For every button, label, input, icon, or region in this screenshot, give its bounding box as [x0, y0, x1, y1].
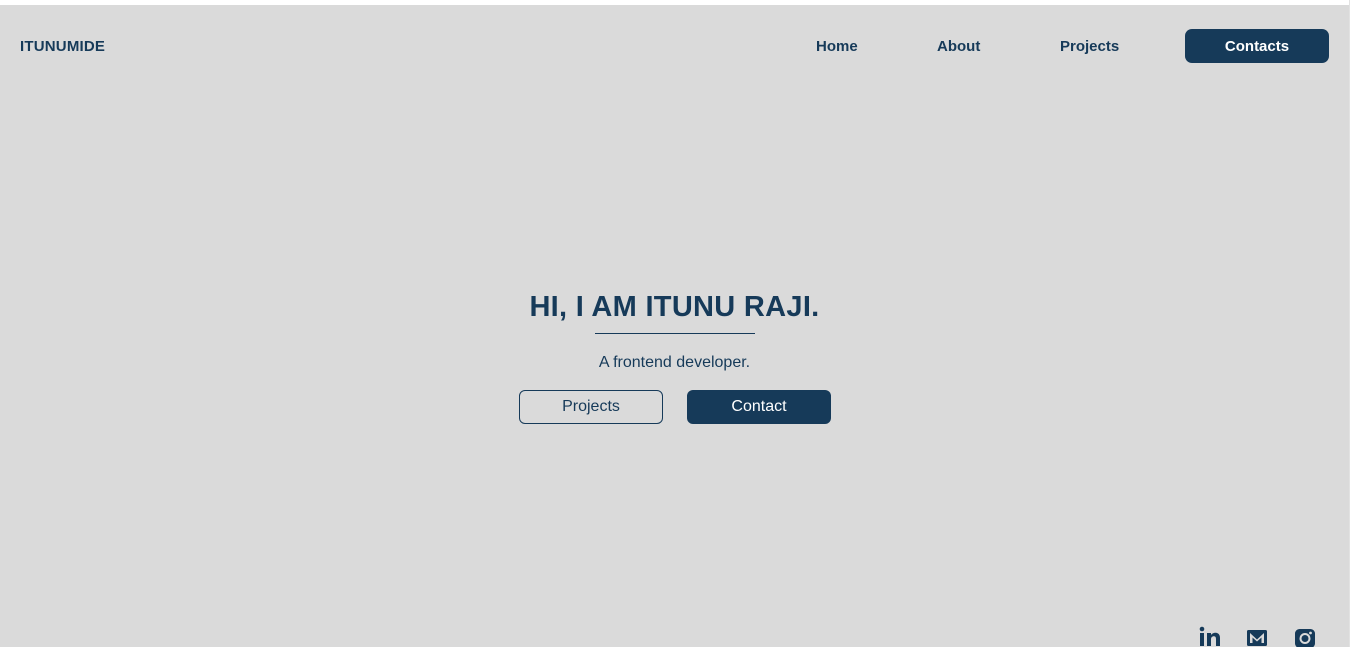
- nav-link-home[interactable]: Home: [816, 38, 858, 55]
- instagram-icon[interactable]: [1294, 626, 1316, 647]
- nav-contacts-button[interactable]: Contacts: [1185, 29, 1329, 63]
- contact-button[interactable]: Contact: [687, 390, 831, 424]
- hero-title: HI, I AM ITUNU RAJI.: [529, 291, 820, 323]
- hero-title-underline: [595, 333, 755, 334]
- nav-link-about[interactable]: About: [937, 38, 980, 55]
- mail-icon[interactable]: [1246, 626, 1268, 647]
- brand-logo[interactable]: ITUNUMIDE: [20, 38, 105, 55]
- linkedin-icon[interactable]: [1199, 626, 1221, 647]
- scrollbar[interactable]: [1349, 0, 1355, 647]
- page: ITUNUMIDE Home About Projects Contacts H…: [0, 5, 1349, 647]
- nav-link-projects[interactable]: Projects: [1060, 38, 1119, 55]
- hero-subtitle: A frontend developer.: [598, 354, 751, 371]
- projects-button[interactable]: Projects: [519, 390, 663, 424]
